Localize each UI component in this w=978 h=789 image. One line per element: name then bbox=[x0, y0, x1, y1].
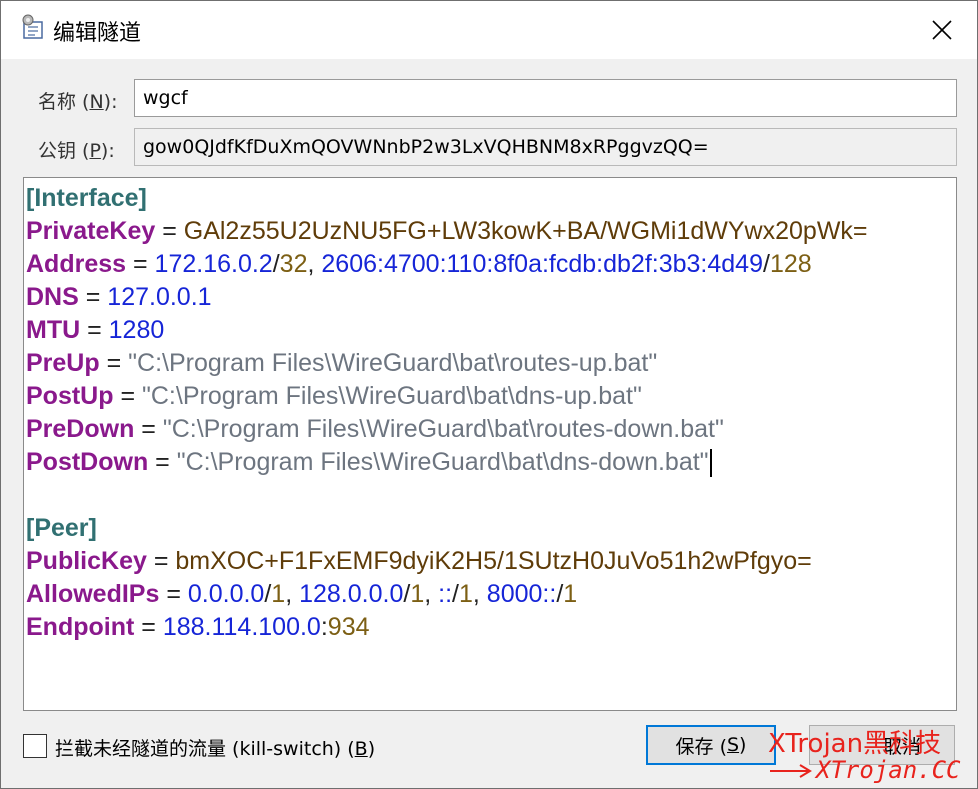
cidr: 32 bbox=[279, 250, 308, 278]
peer-section-header: [Peer] bbox=[26, 514, 97, 542]
equals-sign: = bbox=[159, 580, 188, 608]
cidr: 1 bbox=[271, 580, 286, 608]
app-config-icon bbox=[22, 14, 43, 39]
equals-sign: = bbox=[99, 349, 129, 377]
slash: / bbox=[272, 250, 280, 278]
slash: / bbox=[763, 250, 770, 278]
endpoint-port: 934 bbox=[327, 613, 370, 641]
predown-value: "C:\Program Files\WireGuard\bat\routes-d… bbox=[162, 415, 724, 443]
public-key-label-accesskey: P bbox=[89, 140, 101, 162]
text-caret bbox=[709, 449, 712, 478]
preup-value: "C:\Program Files\WireGuard\bat\routes-u… bbox=[128, 349, 658, 377]
close-button[interactable] bbox=[919, 9, 965, 51]
public-key-label-prefix: 公钥 ( bbox=[38, 140, 90, 162]
config-key: MTU bbox=[26, 316, 81, 344]
editor-line: AllowedIPs = 0.0.0.0/1, 128.0.0.0/1, ::/… bbox=[26, 578, 956, 611]
config-key: PostDown bbox=[26, 448, 149, 476]
public-key-label-suffix: ): bbox=[100, 140, 115, 162]
ip-address: 0.0.0.0 bbox=[187, 580, 265, 608]
name-label-prefix: 名称 ( bbox=[38, 91, 90, 113]
cidr: 1 bbox=[410, 580, 425, 608]
kill-switch-checkbox[interactable] bbox=[23, 734, 47, 758]
config-key: PostUp bbox=[26, 382, 114, 410]
watermark-url: XTrojan.CC bbox=[816, 756, 961, 784]
editor-line-blank bbox=[26, 479, 956, 512]
editor-line: PreDown = "C:\Program Files\WireGuard\ba… bbox=[26, 413, 956, 446]
kill-switch-label-prefix: 拦截未经隧道的流量 (kill-switch) ( bbox=[55, 738, 355, 760]
ip-address: 172.16.0.2 bbox=[154, 250, 273, 278]
editor-line: Address = 172.16.0.2/32, 2606:4700:110:8… bbox=[26, 248, 956, 281]
kill-switch-label[interactable]: 拦截未经隧道的流量 (kill-switch) (B) bbox=[55, 734, 375, 761]
title-bar: 编辑隧道 bbox=[1, 1, 977, 59]
close-icon bbox=[932, 20, 952, 40]
save-label-suffix: ) bbox=[739, 734, 747, 756]
config-key: Address bbox=[26, 250, 127, 278]
editor-line: PrivateKey = GAl2z55U2UzNU5FG+LW3kowK+BA… bbox=[26, 215, 956, 248]
separator: , bbox=[285, 580, 300, 608]
equals-sign: = bbox=[113, 382, 142, 410]
editor-line: MTU = 1280 bbox=[26, 314, 956, 347]
peer-public-key-value: bmXOC+F1FxEMF9dyiK2H5/1SUtzH0JuVo51h2wPf… bbox=[175, 547, 812, 575]
separator: , bbox=[307, 250, 322, 278]
save-button[interactable]: 保存 (S) bbox=[646, 725, 776, 765]
editor-line: DNS = 127.0.0.1 bbox=[26, 281, 956, 314]
save-label-prefix: 保存 ( bbox=[675, 735, 727, 758]
equals-sign: = bbox=[134, 613, 163, 641]
name-input[interactable]: wgcf bbox=[134, 79, 957, 117]
config-key: Endpoint bbox=[26, 613, 135, 641]
dns-value: 127.0.0.1 bbox=[107, 283, 212, 311]
name-label-accesskey: N bbox=[89, 91, 104, 113]
kill-switch-label-suffix: ) bbox=[367, 738, 376, 760]
interface-section-header: [Interface] bbox=[26, 184, 147, 212]
save-accesskey: S bbox=[726, 734, 740, 756]
private-key-value: GAl2z55U2UzNU5FG+LW3kowK+BA/WGMi1dWYwx20… bbox=[183, 217, 868, 245]
equals-sign: = bbox=[78, 283, 108, 311]
postdown-value: "C:\Program Files\WireGuard\bat\dns-down… bbox=[176, 448, 709, 476]
ip-address: 128.0.0.0 bbox=[299, 580, 404, 608]
colon: : bbox=[320, 613, 328, 641]
name-label: 名称 (N): bbox=[38, 87, 118, 114]
config-key: PreDown bbox=[26, 415, 135, 443]
window-title: 编辑隧道 bbox=[53, 21, 142, 46]
equals-sign: = bbox=[126, 250, 155, 278]
editor-line: PostUp = "C:\Program Files\WireGuard\bat… bbox=[26, 380, 956, 413]
config-key: DNS bbox=[26, 283, 79, 311]
config-key: PublicKey bbox=[26, 547, 147, 575]
equals-sign: = bbox=[148, 448, 177, 476]
mtu-value: 1280 bbox=[108, 316, 165, 344]
config-key: PrivateKey bbox=[26, 217, 156, 245]
equals-sign: = bbox=[134, 415, 163, 443]
separator: , bbox=[472, 580, 487, 608]
kill-switch-accesskey: B bbox=[354, 738, 368, 760]
editor-line: [Interface] bbox=[26, 182, 956, 215]
editor-line: PreUp = "C:\Program Files\WireGuard\bat\… bbox=[26, 347, 956, 380]
config-key: AllowedIPs bbox=[26, 580, 160, 608]
endpoint-host: 188.114.100.0 bbox=[162, 613, 321, 641]
cidr: 1 bbox=[563, 580, 578, 608]
cidr: 128 bbox=[769, 250, 812, 278]
edit-tunnel-dialog: 编辑隧道 名称 (N): wgcf 公钥 (P): gow0QJdfKfDuXm… bbox=[0, 0, 978, 789]
config-key: PreUp bbox=[26, 349, 100, 377]
separator: , bbox=[424, 580, 439, 608]
equals-sign: = bbox=[80, 316, 109, 344]
editor-line: PublicKey = bmXOC+F1FxEMF9dyiK2H5/1SUtzH… bbox=[26, 545, 956, 578]
ip-address: :: bbox=[438, 580, 453, 608]
slash: / bbox=[452, 580, 459, 608]
public-key-label: 公钥 (P): bbox=[38, 136, 115, 163]
public-key-field[interactable]: gow0QJdfKfDuXmQOVWNnbP2w3LxVQHBNM8xRPggv… bbox=[134, 128, 957, 166]
equals-sign: = bbox=[155, 217, 184, 245]
config-editor[interactable]: [Interface] PrivateKey = GAl2z55U2UzNU5F… bbox=[23, 177, 957, 711]
editor-line: Endpoint = 188.114.100.0:934 bbox=[26, 611, 956, 644]
ip-address: 2606:4700:110:8f0a:fcdb:db2f:3b3:4d49 bbox=[321, 250, 763, 278]
watermark-text: XTrojan黑科技 bbox=[768, 729, 942, 759]
arrow-right-icon bbox=[770, 764, 812, 778]
equals-sign: = bbox=[146, 547, 176, 575]
editor-line: PostDown = "C:\Program Files\WireGuard\b… bbox=[26, 446, 956, 479]
name-label-suffix: ): bbox=[103, 91, 118, 113]
postup-value: "C:\Program Files\WireGuard\bat\dns-up.b… bbox=[142, 382, 642, 410]
editor-line: [Peer] bbox=[26, 512, 956, 545]
ip-address: 8000:: bbox=[486, 580, 557, 608]
cidr: 1 bbox=[458, 580, 473, 608]
